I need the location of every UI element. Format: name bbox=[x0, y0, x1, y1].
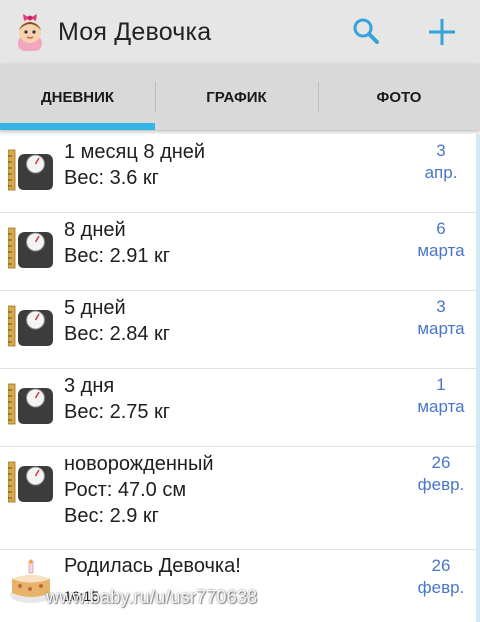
entry-date: 3 марта bbox=[410, 296, 472, 340]
entry-weight: Вес: 2.91 кг bbox=[64, 245, 171, 267]
diary-list: 1 месяц 8 дней Вес: 3.6 кг 3 апр. 8 дней… bbox=[0, 134, 480, 622]
entry-date: 3 апр. bbox=[410, 140, 472, 184]
entry-age: 3 дня bbox=[64, 375, 115, 397]
entry-date-month: апр. bbox=[424, 163, 458, 182]
entry-weight: Вес: 2.75 кг bbox=[64, 401, 171, 423]
app-title: Моя Девочка bbox=[58, 18, 212, 46]
list-item[interactable]: 5 дней Вес: 2.84 кг 3 марта bbox=[0, 290, 476, 369]
action-bar: Моя Девочка bbox=[0, 0, 480, 64]
list-item[interactable]: 3 дня Вес: 2.75 кг 1 марта bbox=[0, 368, 476, 447]
scale-ruler-icon bbox=[8, 146, 54, 192]
tab-photo[interactable]: ФОТО bbox=[318, 64, 480, 130]
entry-weight: Вес: 2.84 кг bbox=[64, 323, 171, 345]
entry-date: 26 февр. bbox=[410, 452, 472, 496]
add-icon bbox=[424, 14, 460, 50]
entry-height: Рост: 47.0 см bbox=[64, 479, 187, 501]
entry-age: 1 месяц 8 дней bbox=[64, 141, 206, 163]
entry-age: новорожденный bbox=[64, 453, 214, 475]
entry-title: Родилась Девочка! bbox=[64, 555, 241, 577]
entry-age: 5 дней bbox=[64, 297, 126, 319]
entry-date-day: 3 bbox=[436, 141, 446, 160]
entry-date: 1 марта bbox=[410, 374, 472, 418]
entry-date-month: марта bbox=[417, 319, 465, 338]
entry-date-month: марта bbox=[417, 241, 465, 260]
list-item[interactable]: 8 дней Вес: 2.91 кг 6 марта bbox=[0, 212, 476, 291]
list-item[interactable]: 1 месяц 8 дней Вес: 3.6 кг 3 апр. bbox=[0, 134, 476, 213]
watermark: www.baby.ru/u/usr770638 bbox=[46, 587, 258, 607]
scale-ruler-icon bbox=[8, 224, 54, 270]
entry-date-month: марта bbox=[417, 397, 465, 416]
entry-date-day: 6 bbox=[436, 219, 446, 238]
search-button[interactable] bbox=[349, 14, 385, 50]
add-button[interactable] bbox=[424, 14, 460, 50]
entry-date-day: 26 bbox=[431, 556, 451, 575]
entry-age: 8 дней bbox=[64, 219, 126, 241]
tab-diary[interactable]: ДНЕВНИК bbox=[0, 64, 155, 130]
baby-girl-icon[interactable] bbox=[12, 12, 48, 52]
tab-chart[interactable]: ГРАФИК bbox=[155, 64, 318, 130]
entry-date-day: 1 bbox=[436, 375, 446, 394]
entry-date-day: 26 bbox=[431, 453, 451, 472]
entry-weight: Вес: 3.6 кг bbox=[64, 167, 159, 189]
selected-tab-indicator bbox=[0, 123, 155, 130]
entry-date-day: 3 bbox=[436, 297, 446, 316]
search-icon bbox=[349, 14, 385, 50]
list-item[interactable]: Родилась Девочка! 16:15 26 февр. bbox=[0, 549, 476, 622]
entry-date: 26 февр. bbox=[410, 555, 472, 599]
list-item[interactable]: новорожденный Рост: 47.0 см Вес: 2.9 кг … bbox=[0, 446, 476, 550]
scale-ruler-icon bbox=[8, 380, 54, 426]
entry-date-month: февр. bbox=[417, 475, 465, 494]
entry-weight: Вес: 2.9 кг bbox=[64, 505, 159, 527]
scale-ruler-icon bbox=[8, 302, 54, 348]
tab-bar: ДНЕВНИК ГРАФИК ФОТО bbox=[0, 64, 480, 130]
scale-ruler-icon bbox=[8, 458, 54, 504]
entry-date-month: февр. bbox=[417, 578, 465, 597]
entry-date: 6 марта bbox=[410, 218, 472, 262]
